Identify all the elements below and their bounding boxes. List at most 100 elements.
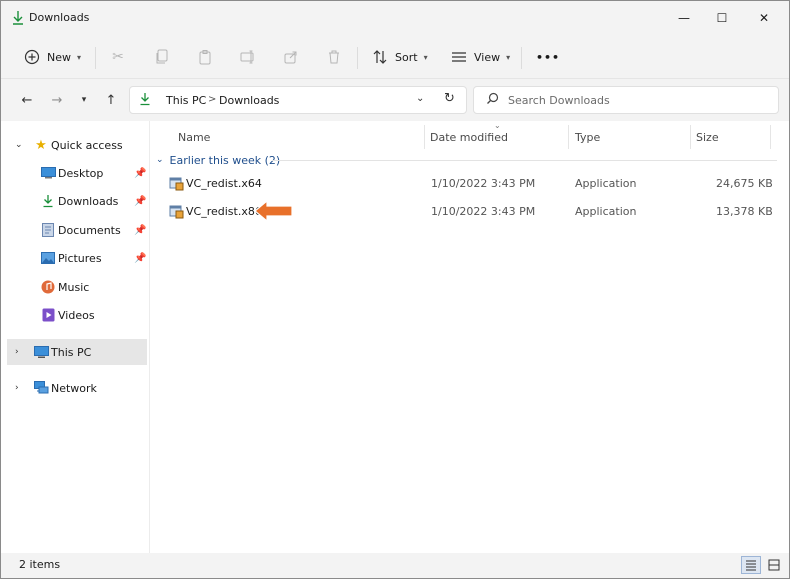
rename-icon (239, 48, 257, 66)
copy-icon (153, 48, 171, 66)
breadcrumb-this-pc[interactable]: This PC (166, 94, 206, 107)
sidebar-item-label: Music (58, 280, 90, 294)
up-arrow-icon[interactable]: ↑ (101, 90, 121, 110)
back-arrow-icon[interactable]: ← (17, 90, 37, 110)
music-icon (40, 279, 56, 295)
new-label: New (47, 50, 71, 64)
delete-button[interactable] (325, 43, 343, 71)
file-date: 1/10/2022 3:43 PM (431, 177, 536, 190)
trash-icon (325, 48, 343, 66)
column-divider[interactable] (568, 125, 569, 149)
sidebar-item-label: Pictures (58, 251, 102, 265)
share-button[interactable] (282, 43, 300, 71)
paste-button[interactable] (196, 43, 214, 71)
address-dropdown-chevron-icon[interactable]: ⌄ (416, 93, 424, 104)
chevron-right-icon[interactable]: › (15, 383, 19, 393)
plus-circle-icon (23, 48, 41, 66)
share-icon (282, 48, 300, 66)
group-header[interactable]: ⌄ Earlier this week (2) (156, 151, 280, 169)
navigation-pane: ⌄ ★ Quick access Desktop 📌 Downloads 📌 D… (1, 121, 149, 553)
downloads-icon (40, 193, 56, 209)
sidebar-item-label: Desktop (58, 166, 104, 180)
sidebar-item-label: This PC (51, 345, 92, 359)
refresh-icon[interactable]: ↻ (444, 91, 455, 106)
sidebar-item-documents[interactable]: Documents 📌 (7, 217, 147, 243)
column-header-type[interactable]: Type (575, 126, 600, 148)
recent-locations-chevron-icon[interactable]: ▾ (74, 90, 94, 110)
group-divider (272, 160, 777, 161)
sidebar-item-label: Network (51, 381, 97, 395)
pin-icon[interactable]: 📌 (134, 196, 146, 207)
file-date: 1/10/2022 3:43 PM (431, 205, 536, 218)
sidebar-item-network[interactable]: › Network (7, 375, 147, 401)
column-header-name[interactable]: Name (178, 126, 210, 148)
file-type: Application (575, 205, 637, 218)
search-box[interactable] (473, 86, 779, 114)
pin-icon[interactable]: 📌 (134, 253, 146, 264)
column-divider[interactable] (424, 125, 425, 149)
sidebar-item-videos[interactable]: Videos (7, 302, 147, 328)
column-divider[interactable] (690, 125, 691, 149)
explorer-window: PC risk.com Downloads — ☐ ✕ New ▾ ✂ (0, 0, 790, 579)
toolbar-divider (357, 47, 358, 69)
pictures-icon (40, 250, 56, 266)
view-list-icon (450, 48, 468, 66)
chevron-right-icon[interactable]: › (15, 347, 19, 357)
sidebar-item-music[interactable]: Music (7, 274, 147, 300)
chevron-down-icon[interactable]: ⌄ (15, 140, 23, 150)
new-button[interactable]: New ▾ (23, 43, 81, 71)
download-arrow-icon (139, 92, 151, 110)
search-icon (486, 92, 499, 108)
documents-icon (40, 222, 56, 238)
item-count: 2 items (19, 558, 61, 571)
title-bar: Downloads — ☐ ✕ (1, 1, 789, 35)
status-bar: 2 items (1, 553, 789, 578)
pin-icon[interactable]: 📌 (134, 168, 146, 179)
more-options-button[interactable]: ••• (536, 43, 560, 71)
sidebar-item-label: Documents (58, 223, 121, 237)
sort-icon (371, 48, 389, 66)
chevron-down-icon[interactable]: ⌄ (156, 155, 164, 165)
desktop-icon (40, 165, 56, 181)
sidebar-item-quick-access[interactable]: ⌄ ★ Quick access (7, 132, 147, 158)
close-button[interactable]: ✕ (741, 1, 787, 35)
file-size: 13,378 KB (716, 205, 773, 218)
maximize-button[interactable]: ☐ (699, 1, 745, 35)
network-icon (33, 380, 49, 396)
sidebar-item-label: Videos (58, 308, 95, 322)
view-label: View (474, 50, 501, 64)
window-title: Downloads (29, 11, 90, 24)
sort-label: Sort (395, 50, 418, 64)
tiles-view-icon[interactable] (764, 556, 784, 574)
column-divider[interactable] (770, 125, 771, 149)
chevron-down-icon: ▾ (77, 52, 82, 62)
breadcrumb-separator: > (208, 94, 217, 105)
details-view-icon[interactable] (741, 556, 761, 574)
cut-button[interactable]: ✂ (109, 43, 127, 71)
sidebar-item-pictures[interactable]: Pictures 📌 (7, 245, 147, 271)
sidebar-item-this-pc[interactable]: › This PC (7, 339, 147, 365)
rename-button[interactable] (239, 43, 257, 71)
chevron-down-icon: ▾ (423, 52, 428, 62)
file-name: VC_redist.x64 (186, 177, 262, 190)
forward-arrow-icon[interactable]: → (47, 90, 67, 110)
file-size: 24,675 KB (716, 177, 773, 190)
breadcrumb-downloads[interactable]: Downloads (219, 94, 279, 107)
command-bar: New ▾ ✂ Sort ▾ View ▾ ••• (1, 35, 789, 79)
search-input[interactable] (508, 92, 768, 108)
sort-button[interactable]: Sort ▾ (371, 43, 428, 71)
copy-button[interactable] (153, 43, 171, 71)
pin-icon[interactable]: 📌 (134, 225, 146, 236)
table-row[interactable]: VC_redist.x64 1/10/2022 3:43 PM Applicat… (160, 171, 780, 197)
column-header-date-modified[interactable]: Date modified (430, 126, 508, 148)
column-header-size[interactable]: Size (696, 126, 719, 148)
sidebar-item-downloads[interactable]: Downloads 📌 (7, 188, 147, 214)
chevron-down-icon: ▾ (506, 52, 511, 62)
file-list: Name ⌄ Date modified Type Size ⌄ Earlier… (149, 121, 789, 553)
view-button[interactable]: View ▾ (450, 43, 510, 71)
installer-icon (168, 175, 184, 191)
address-bar[interactable]: This PC > Downloads ⌄ ↻ (129, 86, 467, 114)
star-icon: ★ (35, 137, 47, 153)
sidebar-item-desktop[interactable]: Desktop 📌 (7, 160, 147, 186)
sidebar-item-label: Quick access (51, 138, 123, 152)
